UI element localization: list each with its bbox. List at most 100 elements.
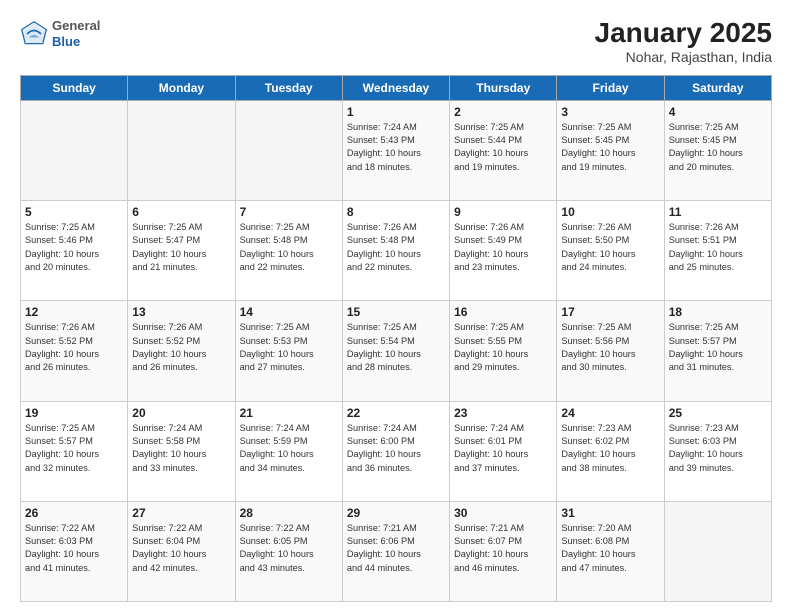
day-info: Sunrise: 7:23 AM Sunset: 6:03 PM Dayligh…	[669, 422, 767, 475]
calendar-cell: 1 Sunrise: 7:24 AM Sunset: 5:43 PM Daylig…	[342, 100, 449, 200]
calendar-cell	[128, 100, 235, 200]
day-info: Sunrise: 7:26 AM Sunset: 5:49 PM Dayligh…	[454, 221, 552, 274]
day-number: 27	[132, 506, 230, 520]
day-number: 9	[454, 205, 552, 219]
calendar-cell: 23Sunrise: 7:24 AM Sunset: 6:01 PM Dayli…	[450, 401, 557, 501]
day-info: Sunrise: 7:26 AM Sunset: 5:52 PM Dayligh…	[25, 321, 123, 374]
day-info: Sunrise: 7:25 AM Sunset: 5:54 PM Dayligh…	[347, 321, 445, 374]
calendar-cell: 28 Sunrise: 7:22 AM Sunset: 6:05 PM Dayli…	[235, 501, 342, 601]
calendar-table: SundayMondayTuesdayWednesdayThursdayFrid…	[20, 75, 772, 602]
day-number: 15	[347, 305, 445, 319]
calendar-week-row: 1 Sunrise: 7:24 AM Sunset: 5:43 PM Daylig…	[21, 100, 772, 200]
calendar-cell: 9 Sunrise: 7:26 AM Sunset: 5:49 PM Daylig…	[450, 201, 557, 301]
day-of-week-header: Friday	[557, 75, 664, 100]
day-info: Sunrise: 7:24 AM Sunset: 5:59 PM Dayligh…	[240, 422, 338, 475]
calendar-header-row: SundayMondayTuesdayWednesdayThursdayFrid…	[21, 75, 772, 100]
calendar-cell: 10 Sunrise: 7:26 AM Sunset: 5:50 PM Dayli…	[557, 201, 664, 301]
day-info: Sunrise: 7:22 AM Sunset: 6:04 PM Dayligh…	[132, 522, 230, 575]
calendar-cell	[664, 501, 771, 601]
day-info: Sunrise: 7:24 AM Sunset: 5:43 PM Dayligh…	[347, 121, 445, 174]
day-number: 22	[347, 406, 445, 420]
day-info: Sunrise: 7:25 AM Sunset: 5:45 PM Dayligh…	[561, 121, 659, 174]
day-info: Sunrise: 7:26 AM Sunset: 5:52 PM Dayligh…	[132, 321, 230, 374]
day-info: Sunrise: 7:25 AM Sunset: 5:57 PM Dayligh…	[25, 422, 123, 475]
calendar-cell: 12Sunrise: 7:26 AM Sunset: 5:52 PM Dayli…	[21, 301, 128, 401]
day-number: 29	[347, 506, 445, 520]
calendar-cell: 31Sunrise: 7:20 AM Sunset: 6:08 PM Dayli…	[557, 501, 664, 601]
calendar-cell: 26Sunrise: 7:22 AM Sunset: 6:03 PM Dayli…	[21, 501, 128, 601]
calendar-cell: 8 Sunrise: 7:26 AM Sunset: 5:48 PM Daylig…	[342, 201, 449, 301]
day-number: 21	[240, 406, 338, 420]
day-info: Sunrise: 7:24 AM Sunset: 6:01 PM Dayligh…	[454, 422, 552, 475]
calendar-cell: 2 Sunrise: 7:25 AM Sunset: 5:44 PM Daylig…	[450, 100, 557, 200]
day-number: 20	[132, 406, 230, 420]
day-of-week-header: Wednesday	[342, 75, 449, 100]
day-of-week-header: Thursday	[450, 75, 557, 100]
day-info: Sunrise: 7:25 AM Sunset: 5:47 PM Dayligh…	[132, 221, 230, 274]
day-info: Sunrise: 7:25 AM Sunset: 5:56 PM Dayligh…	[561, 321, 659, 374]
day-number: 7	[240, 205, 338, 219]
day-info: Sunrise: 7:24 AM Sunset: 5:58 PM Dayligh…	[132, 422, 230, 475]
day-number: 11	[669, 205, 767, 219]
day-info: Sunrise: 7:24 AM Sunset: 6:00 PM Dayligh…	[347, 422, 445, 475]
calendar-cell: 5Sunrise: 7:25 AM Sunset: 5:46 PM Daylig…	[21, 201, 128, 301]
calendar-cell: 20 Sunrise: 7:24 AM Sunset: 5:58 PM Dayli…	[128, 401, 235, 501]
day-info: Sunrise: 7:25 AM Sunset: 5:55 PM Dayligh…	[454, 321, 552, 374]
calendar-cell	[235, 100, 342, 200]
calendar-cell: 14 Sunrise: 7:25 AM Sunset: 5:53 PM Dayli…	[235, 301, 342, 401]
day-of-week-header: Monday	[128, 75, 235, 100]
page: General Blue January 2025 Nohar, Rajasth…	[0, 0, 792, 612]
day-info: Sunrise: 7:25 AM Sunset: 5:45 PM Dayligh…	[669, 121, 767, 174]
day-info: Sunrise: 7:21 AM Sunset: 6:07 PM Dayligh…	[454, 522, 552, 575]
calendar-cell: 30 Sunrise: 7:21 AM Sunset: 6:07 PM Dayli…	[450, 501, 557, 601]
day-number: 14	[240, 305, 338, 319]
day-info: Sunrise: 7:26 AM Sunset: 5:51 PM Dayligh…	[669, 221, 767, 274]
day-number: 4	[669, 105, 767, 119]
calendar-cell: 29 Sunrise: 7:21 AM Sunset: 6:06 PM Dayli…	[342, 501, 449, 601]
calendar-subtitle: Nohar, Rajasthan, India	[595, 49, 772, 65]
day-number: 26	[25, 506, 123, 520]
day-of-week-header: Sunday	[21, 75, 128, 100]
day-number: 8	[347, 205, 445, 219]
day-number: 31	[561, 506, 659, 520]
day-info: Sunrise: 7:22 AM Sunset: 6:05 PM Dayligh…	[240, 522, 338, 575]
calendar-cell: 25Sunrise: 7:23 AM Sunset: 6:03 PM Dayli…	[664, 401, 771, 501]
day-number: 13	[132, 305, 230, 319]
day-info: Sunrise: 7:26 AM Sunset: 5:48 PM Dayligh…	[347, 221, 445, 274]
day-number: 24	[561, 406, 659, 420]
day-number: 18	[669, 305, 767, 319]
logo-icon	[20, 20, 48, 48]
day-number: 2	[454, 105, 552, 119]
logo-text: General Blue	[52, 18, 100, 49]
calendar-cell: 13 Sunrise: 7:26 AM Sunset: 5:52 PM Dayli…	[128, 301, 235, 401]
day-info: Sunrise: 7:26 AM Sunset: 5:50 PM Dayligh…	[561, 221, 659, 274]
calendar-cell: 18Sunrise: 7:25 AM Sunset: 5:57 PM Dayli…	[664, 301, 771, 401]
calendar-cell: 21 Sunrise: 7:24 AM Sunset: 5:59 PM Dayli…	[235, 401, 342, 501]
day-number: 16	[454, 305, 552, 319]
calendar-cell: 6 Sunrise: 7:25 AM Sunset: 5:47 PM Daylig…	[128, 201, 235, 301]
calendar-title: January 2025	[595, 18, 772, 49]
day-number: 5	[25, 205, 123, 219]
calendar-cell: 17 Sunrise: 7:25 AM Sunset: 5:56 PM Dayli…	[557, 301, 664, 401]
calendar-cell: 16 Sunrise: 7:25 AM Sunset: 5:55 PM Dayli…	[450, 301, 557, 401]
day-number: 19	[25, 406, 123, 420]
calendar-week-row: 19 Sunrise: 7:25 AM Sunset: 5:57 PM Dayli…	[21, 401, 772, 501]
day-number: 6	[132, 205, 230, 219]
day-of-week-header: Tuesday	[235, 75, 342, 100]
day-number: 30	[454, 506, 552, 520]
day-info: Sunrise: 7:25 AM Sunset: 5:53 PM Dayligh…	[240, 321, 338, 374]
logo-blue: Blue	[52, 34, 100, 50]
day-info: Sunrise: 7:23 AM Sunset: 6:02 PM Dayligh…	[561, 422, 659, 475]
day-number: 17	[561, 305, 659, 319]
day-info: Sunrise: 7:21 AM Sunset: 6:06 PM Dayligh…	[347, 522, 445, 575]
calendar-cell: 22 Sunrise: 7:24 AM Sunset: 6:00 PM Dayli…	[342, 401, 449, 501]
calendar-cell: 27 Sunrise: 7:22 AM Sunset: 6:04 PM Dayli…	[128, 501, 235, 601]
day-number: 1	[347, 105, 445, 119]
day-number: 10	[561, 205, 659, 219]
day-info: Sunrise: 7:25 AM Sunset: 5:44 PM Dayligh…	[454, 121, 552, 174]
calendar-cell: 4 Sunrise: 7:25 AM Sunset: 5:45 PM Daylig…	[664, 100, 771, 200]
calendar-cell: 11 Sunrise: 7:26 AM Sunset: 5:51 PM Dayli…	[664, 201, 771, 301]
day-of-week-header: Saturday	[664, 75, 771, 100]
day-number: 28	[240, 506, 338, 520]
day-number: 3	[561, 105, 659, 119]
